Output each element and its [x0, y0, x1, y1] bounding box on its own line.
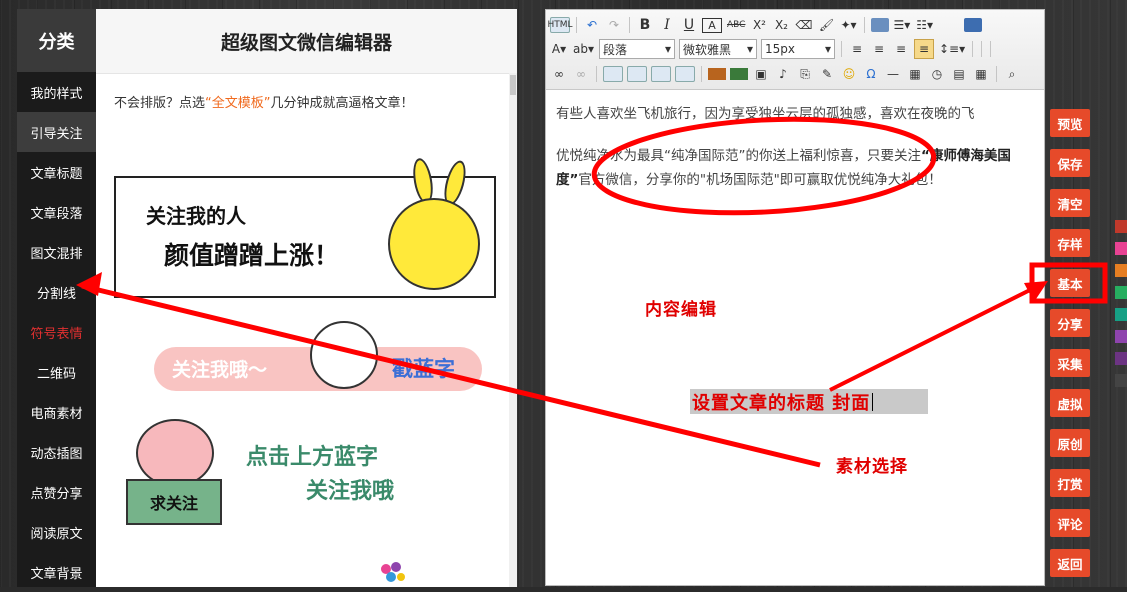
arrow-to-sidebar [81, 283, 821, 468]
annotation-overlay [76, 116, 1108, 468]
arrow-to-basic-button [829, 283, 1041, 392]
content-ellipse-highlight [591, 116, 937, 216]
arrowhead-icon [76, 272, 102, 296]
